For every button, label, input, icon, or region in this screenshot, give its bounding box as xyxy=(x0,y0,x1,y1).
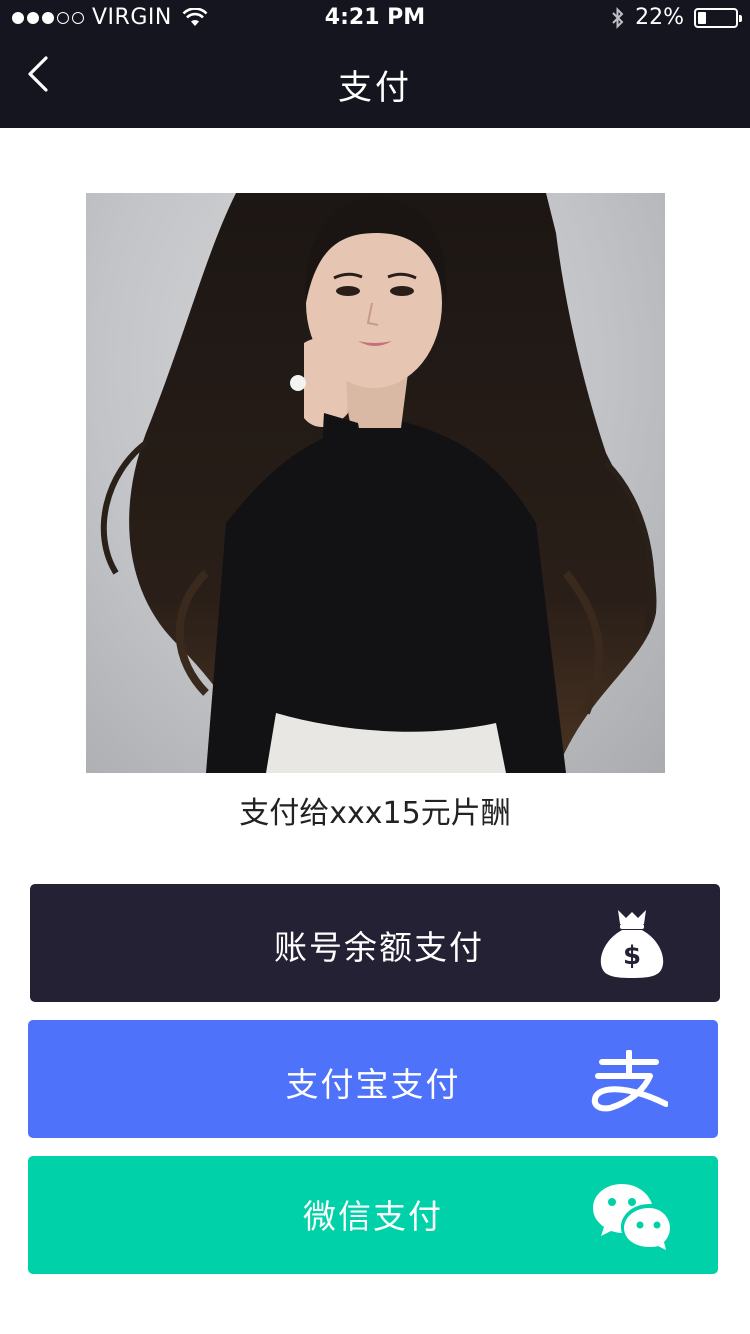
money-bag-icon: $ xyxy=(600,910,664,978)
wechat-pay-button[interactable]: 微信支付 xyxy=(28,1156,718,1274)
alipay-icon xyxy=(591,1050,668,1112)
battery-percent: 22% xyxy=(635,5,684,30)
status-right: 22% xyxy=(611,5,742,30)
portrait-illustration xyxy=(100,193,657,773)
wechat-icon xyxy=(593,1184,670,1250)
page-title: 支付 xyxy=(338,68,412,108)
nav-bar: 支付 xyxy=(0,40,750,128)
payment-caption: 支付给xxx15元片酬 xyxy=(239,796,511,831)
bluetooth-icon xyxy=(612,6,624,29)
svg-text:$: $ xyxy=(623,941,641,971)
profile-photo xyxy=(86,193,665,773)
balance-pay-button[interactable]: 账号余额支付 $ xyxy=(30,884,720,1002)
battery-fill xyxy=(698,11,706,24)
header: VIRGIN 4:21 PM 22% 支付 xyxy=(0,0,750,128)
status-bar: VIRGIN 4:21 PM 22% xyxy=(0,0,750,40)
alipay-pay-button[interactable]: 支付宝支付 xyxy=(28,1020,718,1138)
battery-icon xyxy=(694,7,742,28)
